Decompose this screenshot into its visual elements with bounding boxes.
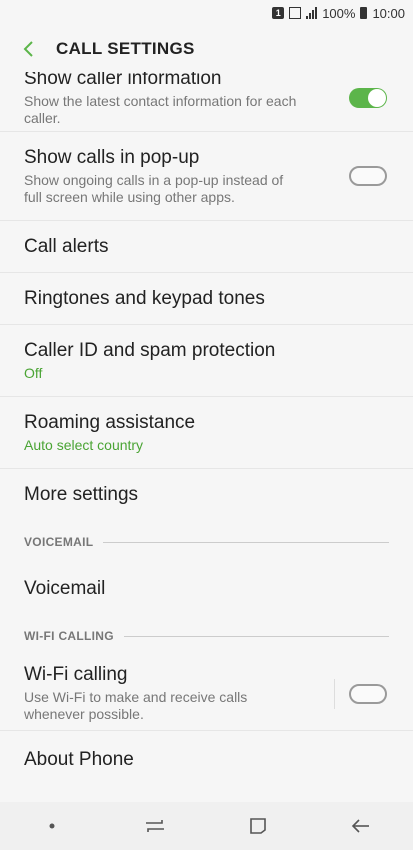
dot-icon[interactable] [32,806,72,846]
setting-subtitle: Show the latest contact information for … [24,93,297,126]
section-divider [103,541,389,543]
setting-more[interactable]: More settings [0,469,413,521]
signal-icon [306,7,318,19]
setting-title: Show calls in pop-up [24,146,200,168]
setting-ringtones[interactable]: Ringtones and keypad tones [0,273,413,325]
section-label: VOICEMAIL [24,535,94,549]
sim-icon: 1 [272,7,285,19]
settings-list: Show caller information Show the latest … [0,50,413,789]
wifi-calling-toggle[interactable] [349,683,387,704]
page-title: CALL SETTINGS [56,39,195,58]
caller-info-toggle[interactable] [349,88,387,108]
setting-title: Ringtones and keypad tones [24,287,265,309]
setting-roaming[interactable]: Roaming assistance Auto select country [0,397,413,469]
section-header-voicemail: VOICEMAIL [0,521,413,563]
setting-status: Auto select country [24,436,144,453]
setting-title: Caller ID and spam protection [24,339,276,361]
battery-percent: 100% [322,5,356,21]
section-label: WI-FI CALLING [24,629,114,643]
setting-wifi-calling[interactable]: Wi-Fi calling Use Wi-Fi to make and rece… [0,657,413,731]
setting-subtitle: Show ongoing calls in a pop-up instead o… [24,171,284,205]
setting-show-calls-popup[interactable]: Show calls in pop-up Show ongoing calls … [0,132,413,221]
recents-icon[interactable] [135,806,175,846]
setting-voicemail[interactable]: Voicemail [0,563,413,615]
setting-title: Voicemail [24,578,106,599]
toggle-divider [334,678,335,709]
setting-title: Call alerts [24,235,109,257]
navigation-bar [0,802,413,850]
home-icon[interactable] [238,806,278,846]
setting-about-phone[interactable]: About Phone [0,731,413,789]
back-arrow-icon[interactable] [341,806,381,846]
setting-title: Roaming assistance [24,411,196,433]
section-header-wifi-calling: WI-FI CALLING [0,615,413,657]
setting-status: Off [24,364,43,381]
setting-caller-id[interactable]: Caller ID and spam protection Off [0,325,413,397]
back-chevron-icon[interactable] [18,39,38,59]
app-bar: CALL SETTINGS [0,26,413,72]
section-divider [123,635,389,637]
setting-call-alerts[interactable]: Call alerts [0,221,413,273]
popup-toggle[interactable] [349,166,387,186]
network-icon [289,7,302,19]
clock: 10:00 [372,5,405,21]
battery-icon [360,7,368,19]
status-bar: 1 100% 10:00 [0,0,413,26]
setting-title: About Phone [24,749,134,770]
setting-title: More settings [24,484,139,505]
